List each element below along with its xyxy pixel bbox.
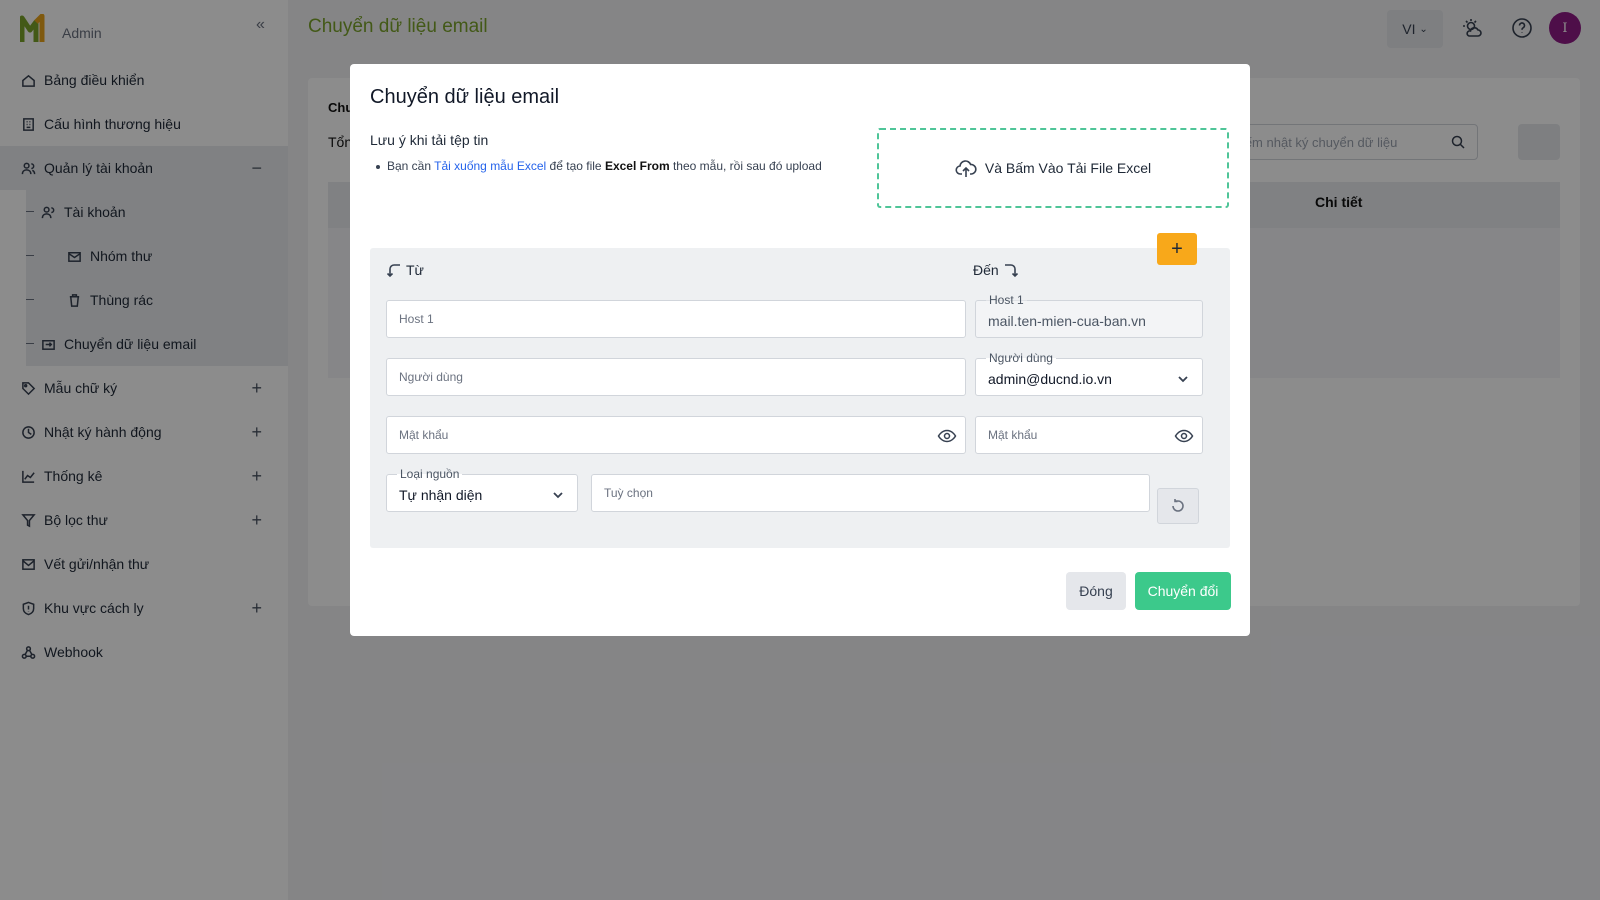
download-template-link[interactable]: Tải xuống mẫu Excel — [434, 159, 546, 173]
from-host-input[interactable]: Host 1 — [386, 300, 966, 338]
to-label: Đến — [973, 262, 1019, 278]
arrow-down-left-icon — [386, 264, 400, 278]
modal-title: Chuyển dữ liệu email — [370, 86, 560, 108]
excel-upload-dropzone[interactable]: Và Bấm Vào Tải File Excel — [877, 128, 1229, 208]
convert-button[interactable]: Chuyển đổi — [1135, 572, 1231, 610]
note-bold: Excel From — [604, 159, 670, 173]
from-user-placeholder: Người dùng — [399, 370, 463, 384]
from-password-input[interactable]: Mật khẩu — [386, 416, 966, 454]
to-user-label: Người dùng — [986, 351, 1056, 365]
to-host-label: Host 1 — [986, 293, 1027, 307]
bullet — [376, 164, 380, 169]
from-user-input[interactable]: Người dùng — [386, 358, 966, 396]
to-host-value: mail.ten-mien-cua-ban.vn — [988, 313, 1146, 329]
close-button[interactable]: Đóng — [1066, 572, 1126, 610]
upload-note: Bạn cần Tải xuống mẫu Excel để tạo file … — [376, 159, 822, 173]
note-prefix: Bạn cần — [387, 159, 435, 173]
eye-icon[interactable] — [937, 426, 957, 446]
options-input[interactable]: Tuỳ chọn — [591, 474, 1150, 512]
source-type-value: Tự nhận diện — [399, 487, 483, 503]
chevron-down-icon — [551, 488, 565, 502]
note-suffix: theo mẫu, rồi sau đó upload — [669, 159, 822, 173]
chevron-down-icon — [1176, 372, 1190, 386]
from-password-placeholder: Mật khẩu — [399, 428, 449, 442]
from-host-placeholder: Host 1 — [399, 312, 434, 326]
source-type-label: Loại nguồn — [397, 467, 463, 481]
to-user-value: admin@ducnd.io.vn — [988, 371, 1112, 387]
reset-button[interactable] — [1157, 488, 1199, 524]
to-host-input[interactable]: Host 1 mail.ten-mien-cua-ban.vn — [975, 293, 1203, 338]
arrow-down-right-icon — [1004, 264, 1018, 278]
to-password-placeholder: Mật khẩu — [988, 428, 1038, 442]
upload-note-title: Lưu ý khi tải tệp tin — [370, 132, 489, 148]
cloud-upload-icon — [955, 160, 977, 177]
email-migration-modal: Chuyển dữ liệu email Lưu ý khi tải tệp t… — [350, 64, 1250, 636]
options-placeholder: Tuỳ chọn — [604, 486, 653, 500]
source-type-select[interactable]: Loại nguồn Tự nhận diện — [386, 467, 578, 512]
eye-icon[interactable] — [1174, 426, 1194, 446]
reset-icon — [1172, 499, 1184, 512]
to-text: Đến — [973, 262, 999, 278]
from-label: Từ — [386, 262, 424, 278]
to-password-input[interactable]: Mật khẩu — [975, 416, 1203, 454]
add-row-button[interactable]: + — [1157, 233, 1197, 265]
note-mid: để tạo file — [546, 159, 605, 173]
upload-label: Và Bấm Vào Tải File Excel — [984, 160, 1152, 176]
to-user-select[interactable]: Người dùng admin@ducnd.io.vn — [975, 351, 1203, 396]
from-text: Từ — [406, 262, 424, 278]
